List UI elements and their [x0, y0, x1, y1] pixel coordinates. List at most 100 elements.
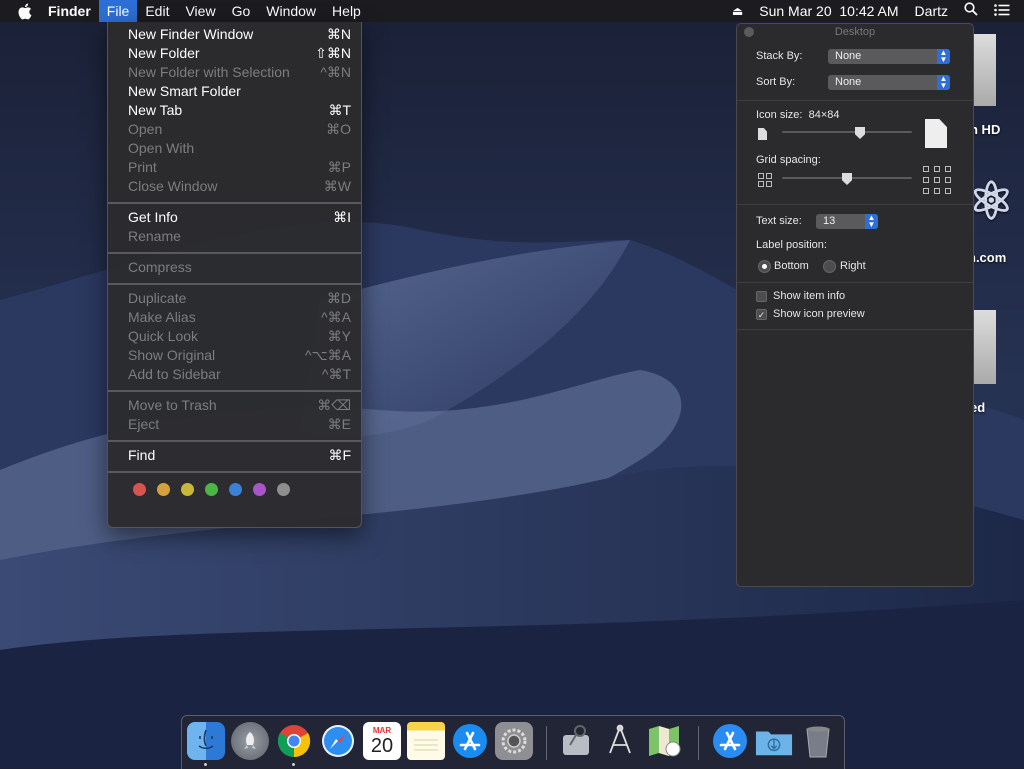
menu-item-quick-look[interactable]: Quick Look ⌘Y	[108, 327, 361, 346]
menu-go[interactable]: Go	[224, 0, 259, 22]
menu-item-new-folder[interactable]: New Folder ⇧⌘N	[108, 44, 361, 63]
tag-color-dot[interactable]	[277, 483, 290, 496]
menu-item-make-alias[interactable]: Make Alias ^⌘A	[108, 308, 361, 327]
trash-icon[interactable]	[799, 722, 837, 760]
desktop-view-options-panel: Desktop Stack By: None ▲ ▼ Sort By: None ▲ ▼…	[736, 23, 974, 587]
text-size-select[interactable]: 13 ▲ ▼	[816, 214, 878, 229]
running-indicator	[204, 763, 207, 766]
stack-by-select[interactable]: None ▲ ▼	[828, 49, 950, 64]
desktop-icon-label: h HD	[970, 122, 1001, 137]
menu-item-new-smart-folder[interactable]: New Smart Folder	[108, 82, 361, 101]
menu-item-move-to-trash[interactable]: Move to Trash ⌘⌫	[108, 396, 361, 415]
icon-size-slider[interactable]	[782, 131, 912, 133]
desktop-icon-label: n.com	[968, 250, 1007, 265]
menu-item-eject[interactable]: Eject ⌘E	[108, 415, 361, 434]
launchpad-icon[interactable]	[231, 722, 269, 760]
menu-item-label: Duplicate	[128, 290, 187, 306]
menu-edit[interactable]: Edit	[137, 0, 177, 22]
menu-item-label: New Tab	[128, 102, 183, 118]
tag-color-dot[interactable]	[133, 483, 146, 496]
tag-color-dot[interactable]	[205, 483, 218, 496]
app-store-stack-icon[interactable]	[711, 722, 749, 760]
menu-item-print[interactable]: Print ⌘P	[108, 158, 361, 177]
desktop-icon-atom-app[interactable]: ⚛ n.com	[968, 172, 1015, 265]
icon-size-value: 84×84	[808, 109, 840, 121]
show-item-info-checkbox[interactable]	[756, 291, 767, 302]
tag-color-dot[interactable]	[253, 483, 266, 496]
menu-user[interactable]: Dartz	[907, 0, 956, 22]
menu-item-label: Open	[128, 121, 163, 137]
menu-item-shortcut: ^⌘N	[320, 64, 351, 80]
eject-icon[interactable]: ⏏	[724, 0, 751, 22]
running-indicator	[292, 763, 295, 766]
menu-item-shortcut: ⌘Y	[327, 328, 351, 344]
menu-list-icon[interactable]	[986, 0, 1018, 22]
small-document-icon	[758, 128, 767, 140]
menu-item-find[interactable]: Find ⌘F	[108, 446, 361, 465]
apple-icon[interactable]	[14, 0, 34, 22]
menu-item-shortcut: ⌘E	[327, 416, 351, 432]
menu-item-get-info[interactable]: Get Info ⌘I	[108, 208, 361, 227]
menu-window[interactable]: Window	[258, 0, 324, 22]
panel-title: Desktop	[834, 26, 876, 38]
menu-item-new-finder-window[interactable]: New Finder Window ⌘N	[108, 25, 361, 44]
icon-size-slider-thumb[interactable]	[855, 127, 865, 139]
menu-clock[interactable]: Sun Mar 20 10:42 AM	[751, 0, 906, 22]
menu-item-rename[interactable]: Rename	[108, 227, 361, 246]
app-store-icon[interactable]	[451, 722, 489, 760]
panel-separator	[737, 100, 973, 101]
menu-item-open[interactable]: Open ⌘O	[108, 120, 361, 139]
menu-item-shortcut: ⌘⌫	[317, 397, 351, 413]
safari-icon[interactable]	[319, 722, 357, 760]
sort-by-value: None	[835, 76, 862, 88]
menu-bar-extras: ⏏ Sun Mar 20 10:42 AM Dartz	[724, 0, 1024, 22]
tag-color-dot[interactable]	[229, 483, 242, 496]
menu-item-label: New Finder Window	[128, 26, 254, 42]
menu-item-new-tab[interactable]: New Tab ⌘T	[108, 101, 361, 120]
chrome-icon[interactable]	[275, 722, 313, 760]
menu-item-shortcut: ⌘O	[326, 121, 351, 137]
tag-color-dot[interactable]	[181, 483, 194, 496]
tag-color-dot[interactable]	[157, 483, 170, 496]
menu-item-label: Get Info	[128, 209, 178, 225]
calendar-icon[interactable]: MAR 20	[363, 722, 401, 760]
label-position-right-radio[interactable]	[823, 260, 836, 273]
menu-item-label: Close Window	[128, 178, 218, 194]
menu-item-add-to-sidebar[interactable]: Add to Sidebar ^⌘T	[108, 365, 361, 384]
large-document-icon	[925, 119, 947, 148]
large-grid-icon	[923, 166, 951, 197]
menu-item-label: Rename	[128, 228, 181, 244]
menu-file[interactable]: File	[98, 0, 138, 22]
menu-item-open-with[interactable]: Open With	[108, 139, 361, 158]
menu-item-label: Eject	[128, 416, 160, 432]
menu-help[interactable]: Help	[324, 0, 369, 22]
search-icon[interactable]	[956, 0, 986, 22]
panel-separator	[737, 282, 973, 283]
menu-item-new-folder-with-selection[interactable]: New Folder with Selection ^⌘N	[108, 63, 361, 82]
maps-icon[interactable]	[645, 722, 683, 760]
disk-utility-icon[interactable]	[557, 722, 595, 760]
menu-item-duplicate[interactable]: Duplicate ⌘D	[108, 289, 361, 308]
notes-icon[interactable]	[407, 722, 445, 760]
show-icon-preview-checkbox[interactable]: ✓	[756, 309, 767, 320]
menu-separator	[108, 471, 361, 473]
label-position-bottom-radio[interactable]	[758, 260, 771, 273]
menu-app-name[interactable]: Finder	[40, 0, 99, 22]
directory-utility-icon[interactable]	[601, 722, 639, 760]
sort-by-select[interactable]: None ▲ ▼	[828, 75, 950, 90]
grid-spacing-slider-thumb[interactable]	[842, 173, 852, 185]
menu-item-shortcut: ⌘I	[333, 209, 351, 225]
label-position-bottom-label: Bottom	[774, 260, 809, 272]
menu-item-show-original[interactable]: Show Original ^⌥⌘A	[108, 346, 361, 365]
menu-item-label: Find	[128, 447, 156, 463]
dock-separator	[698, 726, 699, 760]
system-preferences-icon[interactable]	[495, 722, 533, 760]
downloads-folder-icon[interactable]	[755, 722, 793, 760]
menu-item-compress[interactable]: Compress	[108, 258, 361, 277]
menu-view[interactable]: View	[177, 0, 223, 22]
desktop-icon-hard-drive[interactable]: h HD	[970, 34, 1000, 137]
stack-by-label: Stack By:	[756, 50, 803, 62]
finder-icon[interactable]	[187, 722, 225, 760]
menu-item-close-window[interactable]: Close Window ⌘W	[108, 177, 361, 196]
menu-separator	[108, 283, 361, 285]
